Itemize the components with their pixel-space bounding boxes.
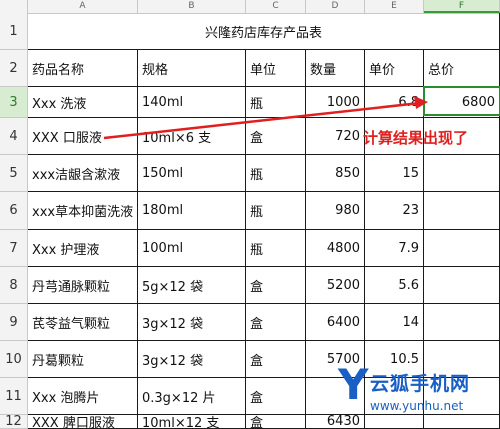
watermark-title: 云狐手机网 [370, 373, 471, 395]
watermark-logo: Y [338, 360, 369, 409]
site-watermark: Y 云狐手机网 www.yunhu.net [338, 363, 500, 429]
annotation-text: 计算结果出现了 [363, 129, 469, 147]
spreadsheet: A B C D E F 1 2 3 4 5 6 7 8 9 10 11 12 兴隆药店库存产品表 药品… [0, 0, 500, 429]
watermark-url: www.yunhu.net [370, 399, 464, 413]
